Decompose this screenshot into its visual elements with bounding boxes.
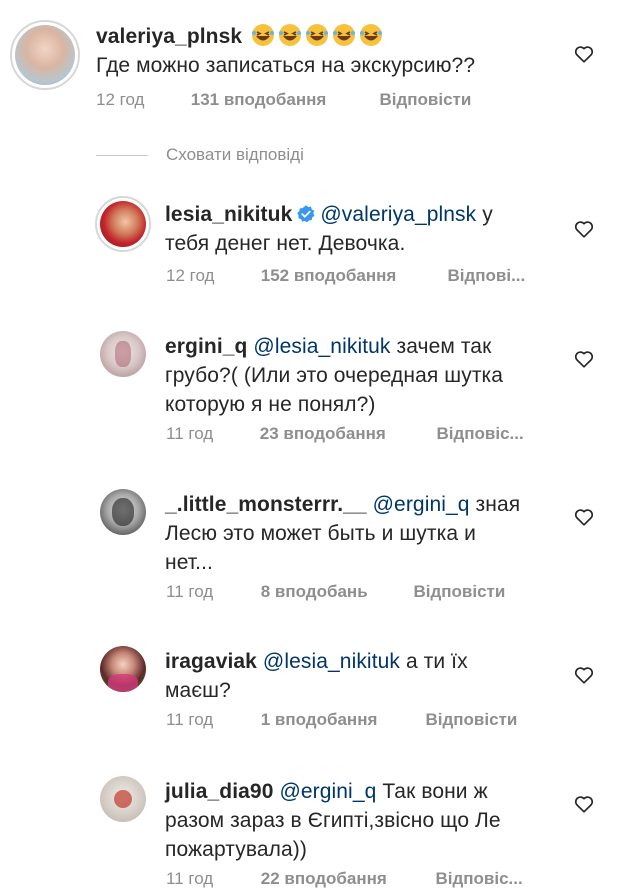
avatar[interactable] [100, 646, 146, 692]
comment-body: нет... [165, 551, 213, 574]
avatar-image [15, 25, 75, 85]
timestamp: 12 год [96, 90, 145, 109]
laughing-emoji-icon [252, 24, 275, 46]
comment-body: зачем так [396, 335, 492, 358]
mention-link[interactable]: @ergini_q [279, 780, 376, 803]
avatar[interactable] [95, 196, 151, 252]
avatar-image [114, 790, 132, 808]
heart-icon[interactable] [573, 43, 595, 65]
reply-lesia: lesia_nikituk @valeriya_plnsk у тебя дене… [0, 190, 620, 300]
verified-badge-icon [297, 205, 315, 223]
comment-valeriya: valeriya_plnsk Где можно записаться на э… [0, 0, 620, 120]
username[interactable]: _.little_monsterrr.__ [165, 493, 367, 516]
likes-count[interactable]: 8 вподобань [261, 582, 409, 602]
avatar[interactable] [100, 776, 146, 822]
heart-icon[interactable] [573, 506, 595, 528]
username[interactable]: julia_dia90 [165, 780, 274, 803]
comment-body: тебя денег нет. Девочка. [165, 232, 406, 255]
comment-meta: 11 год 22 вподобання Відповіс... [166, 869, 523, 889]
likes-count[interactable]: 131 вподобання [191, 90, 375, 110]
comment-meta: 11 год 1 вподобання Відповісти [166, 710, 517, 730]
comment-text: _.little_monsterrr.__ @ergini_q зная Лес… [165, 490, 555, 577]
likes-count[interactable]: 1 вподобання [261, 710, 421, 730]
reply-button[interactable]: Відпові... [447, 266, 525, 286]
heart-icon[interactable] [573, 793, 595, 815]
laughing-emoji-icon [279, 24, 302, 46]
mention-link[interactable]: @lesia_nikituk [253, 335, 390, 358]
reply-ergini: ergini_q @lesia_nikituk зачем так грубо?… [0, 325, 620, 455]
mention-link[interactable]: @lesia_nikituk [263, 650, 400, 673]
comment-body: маєш? [165, 679, 231, 702]
avatar-image [115, 341, 131, 367]
comment-text: iragaviak @lesia_nikituk а ти їх маєш? [165, 647, 555, 705]
timestamp: 12 год [166, 266, 215, 285]
reply-button[interactable]: Відповісти [379, 90, 471, 110]
avatar-image [112, 498, 134, 526]
comment-meta: 12 год 131 вподобання Відповісти [96, 90, 471, 110]
divider-line [96, 155, 148, 156]
comment-text: valeriya_plnsk Где можно записаться на э… [96, 22, 556, 80]
comment-body: грубо?( (Или это очередная шутка [165, 364, 504, 387]
hide-replies-label: Сховати відповіді [166, 145, 304, 164]
comment-text: ergini_q @lesia_nikituk зачем так грубо?… [165, 332, 555, 419]
comment-text: lesia_nikituk @valeriya_plnsk у тебя дене… [165, 200, 545, 258]
reply-iragaviak: iragaviak @lesia_nikituk а ти їх маєш? 1… [0, 640, 620, 740]
avatar[interactable] [10, 20, 80, 90]
comment-body: Так вони ж [382, 780, 488, 803]
username[interactable]: ergini_q [165, 335, 247, 358]
mention-link[interactable]: @ergini_q [373, 493, 470, 516]
laughing-emoji-icon [360, 24, 383, 46]
comment-body: а ти їх [405, 650, 468, 673]
comment-text: julia_dia90 @ergini_q Так вони ж разом з… [165, 777, 565, 864]
avatar-image [100, 201, 146, 247]
comment-meta: 11 год 8 вподобань Відповісти [166, 582, 505, 602]
timestamp: 11 год [166, 869, 214, 888]
comment-body: которую я не понял?) [165, 393, 376, 416]
reply-button[interactable]: Відповісти [425, 710, 517, 730]
avatar-image [108, 674, 138, 692]
comment-body: у [482, 203, 493, 226]
timestamp: 11 год [166, 582, 214, 601]
comment-body: разом зараз в Єгипті,звісно що Ле [165, 809, 501, 832]
comment-body: пожартувала)) [165, 838, 307, 861]
heart-icon[interactable] [573, 218, 595, 240]
username[interactable]: valeriya_plnsk [96, 25, 242, 48]
laughing-emoji-icon [306, 24, 329, 46]
comment-body: Лесю это может быть и шутка и [165, 522, 476, 545]
username[interactable]: lesia_nikituk [165, 203, 292, 226]
comment-body: Где можно записаться на экскурсию?? [96, 54, 476, 77]
comment-meta: 12 год 152 вподобання Відпові... [166, 266, 525, 286]
reply-button[interactable]: Відповісти [413, 582, 505, 602]
timestamp: 11 год [166, 424, 214, 443]
reply-little-monster: _.little_monsterrr.__ @ergini_q зная Лес… [0, 483, 620, 613]
comment-body: зная [475, 493, 521, 516]
avatar[interactable] [100, 331, 146, 377]
likes-count[interactable]: 22 вподобання [261, 869, 431, 889]
reply-button[interactable]: Відповіс... [436, 424, 523, 444]
timestamp: 11 год [166, 710, 214, 729]
reply-button[interactable]: Відповіс... [435, 869, 522, 889]
emoji-group [248, 24, 383, 48]
likes-count[interactable]: 152 вподобання [261, 266, 443, 286]
reply-julia: julia_dia90 @ergini_q Так вони ж разом з… [0, 770, 620, 888]
avatar[interactable] [100, 489, 146, 535]
laughing-emoji-icon [333, 24, 356, 46]
mention-link[interactable]: @valeriya_plnsk [320, 203, 476, 226]
heart-icon[interactable] [573, 664, 595, 686]
username[interactable]: iragaviak [165, 650, 257, 673]
likes-count[interactable]: 23 вподобання [260, 424, 432, 444]
comment-meta: 11 год 23 вподобання Відповіс... [166, 424, 524, 444]
heart-icon[interactable] [573, 348, 595, 370]
